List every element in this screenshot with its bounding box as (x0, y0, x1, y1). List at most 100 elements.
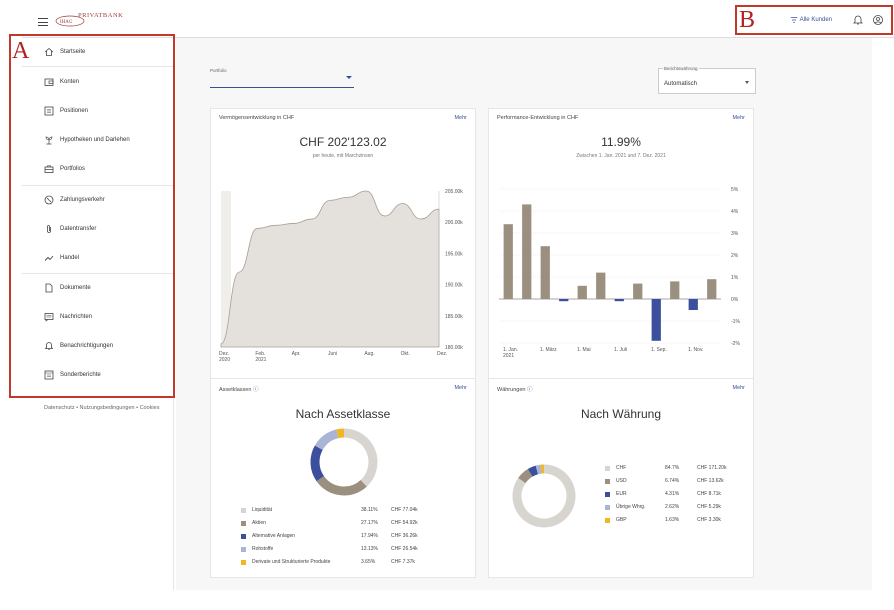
chevron-down-icon (745, 81, 749, 84)
annotation-box-a (9, 34, 175, 398)
x-tick-label: Apr. (292, 351, 301, 357)
asset-heading: Nach Assetklasse (295, 407, 391, 421)
info-icon: ⓘ (252, 387, 259, 393)
portfolio-select-label: Portfolio (210, 68, 227, 73)
legend-row: USD 6.74% CHF 13.62k (605, 476, 745, 486)
card-title: Vermögensentwicklung in CHF (219, 115, 295, 121)
y-tick-label: 195.00k (445, 251, 463, 257)
currency-legend-table: CHF 84.7% CHF 171.20k USD 6.74% CHF 13.62k E… (605, 463, 745, 523)
wealth-value: CHF 202'123.02 (299, 135, 387, 149)
y-tick-label: 0% (731, 297, 739, 303)
currency-heading: Nach Währung (580, 407, 662, 421)
performance-subtitle: Zwischen 1. Jan. 2021 und 7. Dez. 2021 (576, 153, 666, 159)
reporting-currency-value: Automatisch (664, 81, 698, 87)
y-tick-label: 4% (731, 209, 739, 215)
asset-legend-table: Liquidität 38.11% CHF 77.04k Aktien 27.17% C… (241, 505, 461, 565)
bar (707, 279, 717, 299)
y-tick-label: 205.00k (445, 189, 463, 195)
legend-row: Rohstoffe 13.13% CHF 26.54k (241, 544, 461, 554)
card-title: Assetklassen ⓘ (219, 387, 259, 393)
wealth-development-card: Vermögensentwicklung in CHF Mehr CHF 202… (210, 108, 476, 390)
legend-row: CHF 84.7% CHF 171.20k (605, 463, 745, 473)
series-area (220, 190, 440, 348)
reporting-currency-select[interactable]: Berichtswährung Automatisch (658, 66, 756, 94)
hamburger-menu-icon[interactable] (38, 18, 48, 26)
legend-swatch (605, 465, 610, 471)
info-icon: ⓘ (526, 387, 533, 393)
bar (670, 281, 680, 299)
y-tick-label: 185.00k (445, 314, 463, 320)
pie-slice (343, 428, 378, 487)
y-tick-label: -1% (731, 319, 740, 325)
y-tick-label: 190.00k (445, 283, 463, 289)
asset-classes-card: Assetklassen ⓘ Mehr Nach Assetklasse Liq… (210, 378, 476, 578)
bar (614, 299, 624, 302)
annotation-box-b (735, 5, 893, 35)
x-tick-label: Dez. (437, 351, 447, 357)
x-tick-label: 1. Mai (577, 347, 591, 353)
card-title: Währungen ⓘ (497, 387, 533, 393)
legend-swatch (241, 533, 246, 539)
y-tick-label: -2% (731, 341, 740, 347)
pie-slice (336, 428, 345, 439)
logo-text: PRIVATBANK (78, 12, 124, 19)
currencies-card: Währungen ⓘ Mehr Nach Währung CHF 84.7% CH… (488, 378, 754, 578)
legend-row: Aktien 27.17% CHF 54.92k (241, 518, 461, 528)
more-link[interactable]: Mehr (732, 385, 745, 391)
performance-value: 11.99% (601, 135, 641, 149)
currency-donut-chart (512, 464, 576, 528)
more-link[interactable]: Mehr (454, 385, 467, 391)
more-link[interactable]: Mehr (732, 115, 745, 121)
x-tick-label: 2020 (219, 357, 230, 363)
reporting-currency-label: Berichtswährung (663, 66, 699, 71)
pie-slice (314, 429, 339, 451)
annotation-label-a: A (12, 38, 30, 64)
legend-swatch (605, 478, 610, 484)
bar (651, 299, 661, 341)
x-tick-label: 2021 (255, 357, 266, 363)
performance-card: Performance-Entwicklung in CHF Mehr 11.9… (488, 108, 754, 390)
dashboard-main: Portfolio Berichtswährung Automatisch Ve… (176, 38, 872, 590)
x-tick-label: 1. Sep. (651, 347, 667, 353)
pie-slice (527, 465, 539, 477)
chevron-down-icon (346, 76, 352, 79)
x-tick-label: 1. März (540, 347, 557, 353)
x-tick-label: Juni (328, 351, 337, 357)
card-title: Performance-Entwicklung in CHF (497, 115, 579, 121)
portfolio-select[interactable]: Portfolio (210, 68, 354, 88)
y-tick-label: 1% (731, 275, 739, 281)
bar (559, 299, 569, 302)
legend-row: Liquidität 38.11% CHF 77.04k (241, 505, 461, 515)
pie-slice (310, 445, 325, 482)
legend-row: EUR 4.31% CHF 8.71k (605, 489, 745, 499)
annotation-label-b: B (739, 7, 756, 33)
wealth-subtitle: per heute, mit Marchzinsen (312, 153, 374, 159)
bar (540, 246, 550, 299)
y-tick-label: 180.00k (445, 345, 463, 351)
pie-slice (316, 475, 367, 496)
bar (522, 204, 532, 299)
wealth-area-chart: 205.00k 200.00k 195.00k 190.00k 185.00k 180.0… (219, 189, 463, 363)
x-tick-label: 1. Juli (614, 347, 627, 353)
legend-swatch (241, 520, 246, 526)
legend-swatch (241, 507, 246, 513)
y-tick-label: 200.00k (445, 220, 463, 226)
legend-row: Derivate und Strukturierte Produkte 3.65%… (241, 557, 461, 567)
legend-row: Alternative Anlagen 17.94% CHF 36.26k (241, 531, 461, 541)
bar (577, 285, 587, 299)
bar (503, 224, 513, 299)
legend-row: Übrige Whrg. 2.62% CHF 5.29k (605, 502, 745, 512)
legend-swatch (605, 504, 610, 510)
asset-donut-chart (310, 428, 378, 496)
x-tick-label: Okt. (401, 351, 410, 357)
x-tick-label: 2021 (503, 353, 514, 359)
performance-bar-chart: 5%4%3%2%1%0%-1%-2%1. Jan.20211. März 1. M… (499, 187, 740, 359)
pie-slice (518, 468, 533, 484)
x-tick-label: 1. Nov. (688, 347, 703, 353)
legend-swatch (605, 517, 610, 523)
more-link[interactable]: Mehr (454, 115, 467, 121)
y-tick-label: 3% (731, 231, 739, 237)
y-tick-label: 5% (731, 187, 739, 193)
bar (633, 283, 643, 299)
sidebar-footer-links[interactable]: Datenschutz • Nutzungsbedingungen • Cook… (44, 404, 174, 412)
